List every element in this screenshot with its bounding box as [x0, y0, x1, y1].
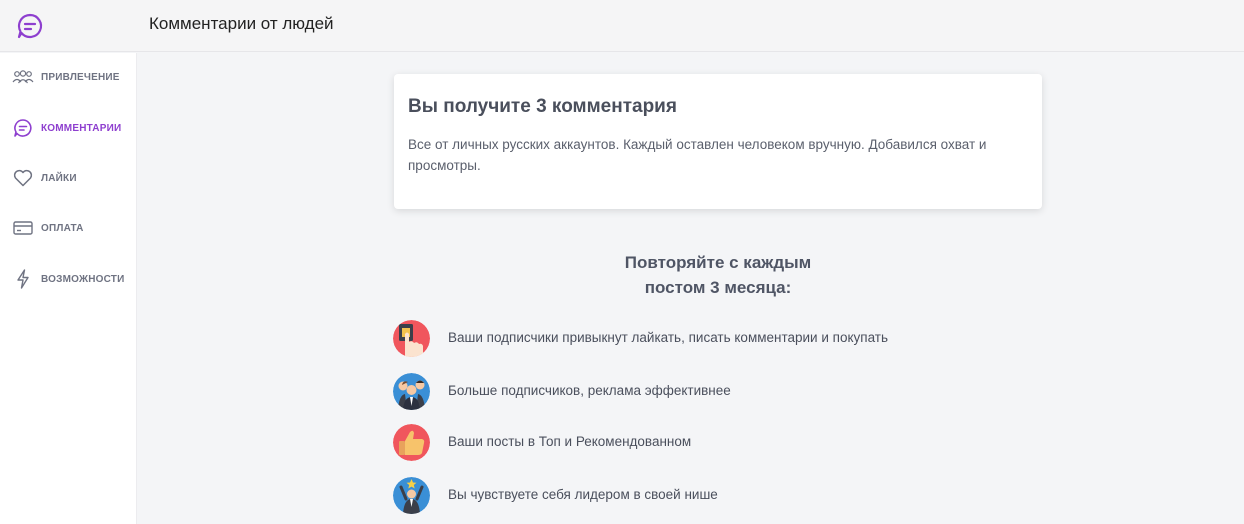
card-description: Все от личных русских аккаунтов. Каждый …	[408, 137, 987, 173]
benefit-text: Больше подписчиков, реклама эффективнее	[448, 383, 731, 398]
users-icon	[12, 66, 34, 88]
sidebar-item-features[interactable]: ВОЗМОЖНОСТИ	[0, 264, 137, 294]
sidebar-item-label: КОММЕНТАРИИ	[41, 122, 122, 134]
top-bar: Комментарии от людей	[0, 0, 1244, 52]
sidebar-item-payment[interactable]: ОПЛАТА	[0, 213, 137, 243]
sidebar-item-likes[interactable]: ЛАЙКИ	[0, 163, 137, 193]
heart-icon	[12, 167, 34, 189]
sidebar-item-label: ВОЗМОЖНОСТИ	[41, 273, 125, 285]
card-title: Вы получите 3 комментария	[408, 96, 677, 117]
sidebar-item-comments[interactable]: КОММЕНТАРИИ	[0, 113, 137, 143]
page-title: Комментарии от людей	[149, 14, 334, 33]
sidebar: ПРИВЛЕЧЕНИЕ КОММЕНТАРИИ ЛАЙКИ ОПЛАТА ВОЗ…	[0, 53, 137, 524]
benefit-item: Ваши подписчики привыкнут лайкать, писат…	[393, 320, 1093, 358]
section-title-line: Повторяйте с каждым	[624, 253, 812, 272]
chat-bubble-icon	[12, 117, 34, 139]
chat-logo-icon[interactable]	[16, 12, 44, 40]
lightning-icon	[12, 268, 34, 290]
benefit-item: Больше подписчиков, реклама эффективнее	[393, 373, 1093, 411]
benefit-text: Ваши подписчики привыкнут лайкать, писат…	[448, 330, 889, 345]
sidebar-item-attraction[interactable]: ПРИВЛЕЧЕНИЕ	[0, 62, 137, 92]
benefit-item: Ваши посты в Топ и Рекомендованном	[393, 424, 1093, 462]
hand-tap-icon	[393, 320, 430, 357]
benefit-item: Вы чувствуете себя лидером в своей нише	[393, 477, 1093, 515]
sidebar-item-label: ПРИВЛЕЧЕНИЕ	[41, 71, 120, 83]
leader-icon	[393, 477, 430, 514]
credit-card-icon	[12, 217, 34, 239]
people-group-icon	[393, 373, 430, 410]
thumbs-up-icon	[393, 424, 430, 461]
benefit-text: Ваши посты в Топ и Рекомендованном	[448, 434, 692, 449]
info-card: Вы получите 3 комментария Все от личных …	[394, 74, 1042, 209]
sidebar-item-label: ЛАЙКИ	[41, 172, 77, 184]
benefit-text: Вы чувствуете себя лидером в своей нише	[448, 487, 718, 502]
section-title: Повторяйте с каждым постом 3 месяца:	[568, 250, 868, 300]
section-title-line: постом 3 месяца:	[644, 278, 792, 297]
sidebar-item-label: ОПЛАТА	[41, 222, 84, 234]
